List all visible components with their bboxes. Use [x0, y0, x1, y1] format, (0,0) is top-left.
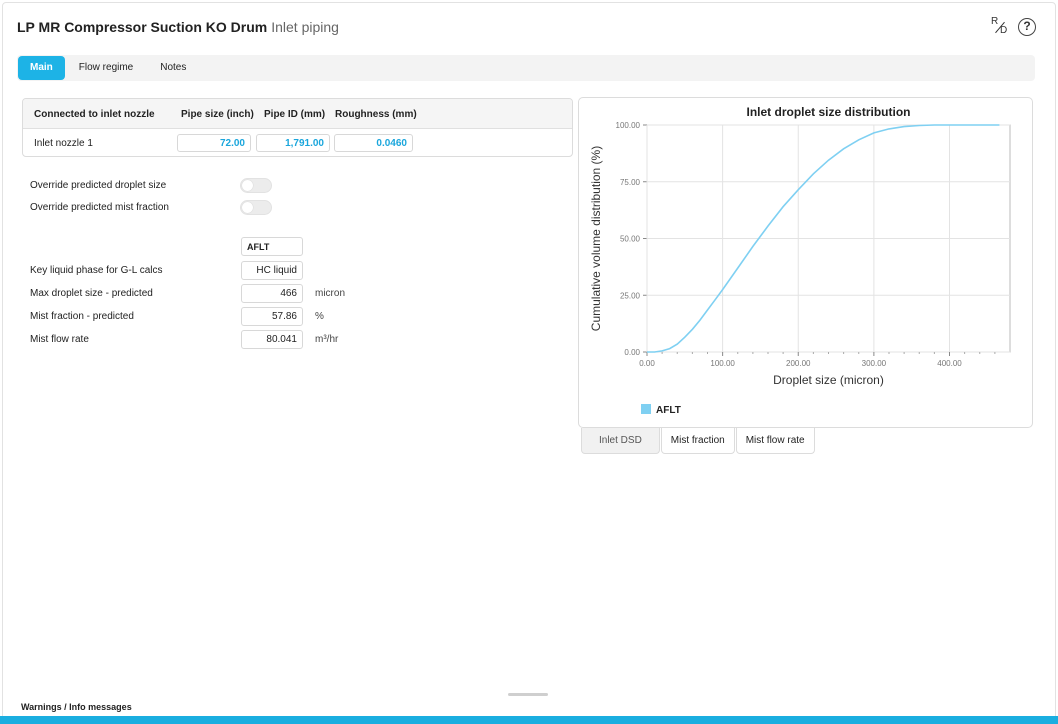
roughness-input[interactable]: 0.0460 — [334, 134, 413, 152]
top-toolbar: RD ? — [990, 16, 1036, 36]
legend-swatch — [641, 404, 651, 414]
x-tick-label: 200.00 — [786, 359, 811, 368]
pipe-size-input[interactable]: 72.00 — [177, 134, 251, 152]
phase-column-header: AFLT — [241, 237, 303, 256]
y-tick-label: 75.00 — [620, 178, 641, 187]
x-tick-label: 300.00 — [862, 359, 887, 368]
mist-flow-rate-value: 80.041 — [241, 330, 303, 349]
y-tick-label: 100.00 — [616, 121, 641, 130]
warnings-label[interactable]: Warnings / Info messages — [21, 702, 132, 712]
x-axis-label: Droplet size (micron) — [773, 373, 884, 387]
legend-label: AFLT — [656, 405, 681, 416]
tab-notes[interactable]: Notes — [147, 56, 199, 80]
y-axis-label: Cumulative volume distribution (%) — [589, 146, 603, 331]
x-tick-label: 0.00 — [639, 359, 655, 368]
override-droplet-size-toggle[interactable] — [240, 178, 272, 193]
max-droplet-size-unit: micron — [315, 288, 346, 299]
nozzle-label: Inlet nozzle 1 — [34, 138, 93, 149]
override-mist-fraction-toggle[interactable] — [240, 200, 272, 215]
header-roughness: Roughness (mm) — [335, 109, 417, 120]
chart-tab-inlet-dsd[interactable]: Inlet DSD — [581, 428, 660, 454]
y-tick-label: 0.00 — [624, 348, 640, 357]
panel-resize-handle[interactable] — [508, 693, 548, 696]
bottom-accent-bar — [0, 716, 1058, 724]
header-pipe-id: Pipe ID (mm) — [264, 109, 326, 120]
chart-panel: Inlet droplet size distribution 0.00 25.00… — [578, 97, 1033, 428]
mist-fraction-label: Mist fraction - predicted — [30, 311, 134, 322]
header-pipe-size: Pipe size (inch) — [181, 109, 254, 120]
key-liquid-phase-value[interactable]: HC liquid — [241, 261, 303, 280]
mist-fraction-value: 57.86 — [241, 307, 303, 326]
x-tick-label: 400.00 — [937, 359, 962, 368]
y-tick-label: 50.00 — [620, 235, 641, 244]
main-tabbar: Main Flow regime Notes — [17, 55, 1035, 81]
pipe-id-input[interactable]: 1,791.00 — [256, 134, 330, 152]
header-connected-nozzle: Connected to inlet nozzle — [34, 109, 155, 120]
override-mist-fraction-label: Override predicted mist fraction — [30, 202, 169, 213]
pipe-table-header: Connected to inlet nozzle Pipe size (inc… — [23, 99, 572, 129]
chart-tab-mist-flow-rate[interactable]: Mist flow rate — [735, 428, 815, 454]
max-droplet-size-value: 466 — [241, 284, 303, 303]
chart-tab-mist-fraction[interactable]: Mist fraction — [660, 428, 735, 454]
x-tick-label: 100.00 — [710, 359, 735, 368]
mist-flow-rate-label: Mist flow rate — [30, 334, 89, 345]
table-row: Inlet nozzle 1 72.00 1,791.00 0.0460 — [23, 129, 572, 156]
page-title-main: LP MR Compressor Suction KO Drum — [17, 19, 268, 35]
chart-tabbar: Inlet DSD Mist fraction Mist flow rate — [581, 428, 816, 454]
page-title: LP MR Compressor Suction KO Drum Inlet pi… — [17, 19, 339, 35]
override-droplet-size-label: Override predicted droplet size — [30, 180, 167, 191]
tab-main[interactable]: Main — [18, 56, 65, 80]
help-icon[interactable]: ? — [1018, 18, 1036, 36]
page-subtitle: Inlet piping — [271, 19, 339, 35]
inlet-pipe-table: Connected to inlet nozzle Pipe size (inc… — [22, 98, 573, 157]
mist-fraction-unit: % — [315, 311, 324, 322]
mist-flow-rate-unit: m³/hr — [315, 334, 339, 345]
max-droplet-size-label: Max droplet size - predicted — [30, 288, 153, 299]
key-liquid-phase-label: Key liquid phase for G-L calcs — [30, 265, 163, 276]
tab-flow-regime[interactable]: Flow regime — [66, 56, 146, 80]
report-display-icon[interactable]: RD — [990, 16, 1008, 36]
chart-title: Inlet droplet size distribution — [746, 105, 910, 119]
droplet-distribution-chart: Inlet droplet size distribution 0.00 25.00… — [589, 105, 1011, 416]
y-tick-label: 25.00 — [620, 291, 641, 300]
